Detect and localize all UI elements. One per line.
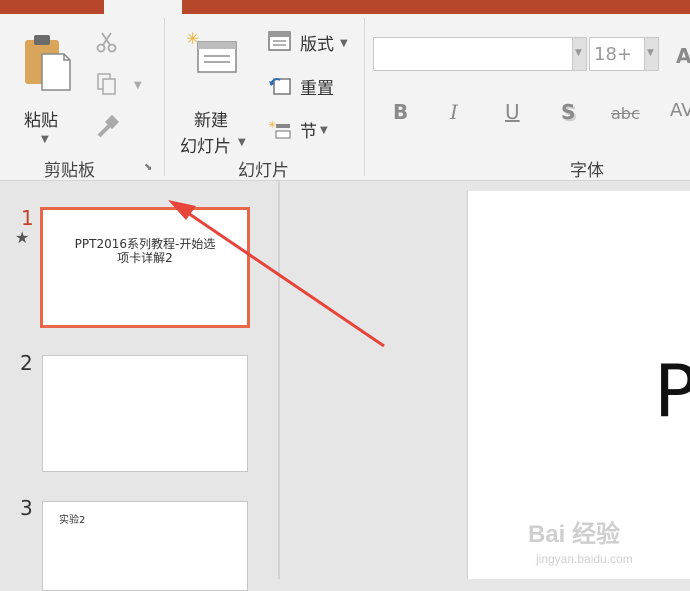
section-icon: ✳ <box>268 120 291 139</box>
watermark-url: jingyan.baidu.com <box>536 552 633 566</box>
thumbnail-title: 实验2 <box>59 515 86 526</box>
font-size-dropdown[interactable]: ▼ <box>645 37 659 71</box>
section-button[interactable]: ✳ 节 ▼ <box>268 115 354 143</box>
layout-label: 版式 <box>300 35 334 55</box>
new-slide-label-2: 幻灯片 <box>180 137 231 157</box>
grow-font-button[interactable]: A <box>676 44 690 68</box>
ribbon: 粘贴 ▼ ▼ 剪贴板 ⬊ ✳ 新建 幻灯片 ▼ 版式 ▼ 重置 ✳ 节 ▼ 幻灯… <box>0 14 690 181</box>
clipboard-icon <box>25 35 71 91</box>
animation-star-icon: ★ <box>15 228 30 247</box>
font-group-label: 字体 <box>570 161 604 181</box>
slide-number-3: 3 <box>20 496 33 520</box>
svg-text:✳: ✳ <box>268 120 276 131</box>
copy-dropdown-icon[interactable]: ▼ <box>134 80 142 91</box>
slide-thumbnail-3[interactable]: 实验2 <box>42 501 248 591</box>
layout-icon <box>268 31 291 51</box>
chevron-down-icon: ▼ <box>41 134 49 145</box>
format-painter-icon[interactable] <box>95 114 121 140</box>
new-slide-label-1: 新建 <box>194 111 228 131</box>
group-divider <box>364 18 365 176</box>
chevron-down-icon: ▼ <box>340 38 348 49</box>
chevron-down-icon: ▼ <box>647 48 654 58</box>
pane-splitter[interactable] <box>278 181 280 579</box>
font-name-dropdown[interactable]: ▼ <box>573 37 587 71</box>
slide-thumbnail-1[interactable]: PPT2016系列教程-开始选项卡详解2 <box>40 207 250 328</box>
paste-label: 粘贴 <box>24 111 58 131</box>
reset-icon <box>269 78 291 95</box>
group-divider <box>164 18 165 176</box>
new-slide-button[interactable]: ✳ 新建 幻灯片 ▼ <box>180 28 248 157</box>
thumbnail-title: PPT2016系列教程-开始选项卡详解2 <box>74 237 216 265</box>
clipboard-dialog-launcher-icon[interactable]: ⬊ <box>144 162 152 173</box>
font-name-input[interactable] <box>373 37 573 71</box>
slide-title-text[interactable]: P <box>654 349 690 433</box>
underline-button[interactable]: U <box>505 100 520 124</box>
strikethrough-button[interactable]: abc <box>611 104 640 123</box>
cut-icon[interactable] <box>95 30 119 54</box>
slide-thumbnail-2[interactable] <box>42 355 248 472</box>
text-shadow-button[interactable]: S <box>561 100 575 124</box>
slide-number-2: 2 <box>20 351 33 375</box>
slide-number-1: 1 <box>21 206 34 230</box>
new-slide-icon: ✳ <box>186 30 237 73</box>
tab-home-active[interactable] <box>104 0 182 14</box>
paste-button[interactable]: 粘贴 ▼ <box>14 28 78 154</box>
char-spacing-button[interactable]: AV <box>670 100 690 121</box>
italic-button[interactable]: I <box>450 100 458 124</box>
copy-icon[interactable] <box>95 72 119 96</box>
reset-button[interactable]: 重置 <box>268 72 354 100</box>
watermark-logo: Bai 经验 <box>528 521 621 548</box>
chevron-down-icon: ▼ <box>238 137 246 148</box>
layout-button[interactable]: 版式 ▼ <box>268 28 354 56</box>
font-size-value: 18+ <box>594 44 632 65</box>
slides-group-label: 幻灯片 <box>238 161 289 181</box>
reset-label: 重置 <box>300 79 334 99</box>
font-size-input[interactable]: 18+ <box>589 37 645 71</box>
section-label: 节 <box>300 122 317 142</box>
clipboard-group-label: 剪贴板 <box>44 161 95 181</box>
chevron-down-icon: ▼ <box>575 48 582 58</box>
chevron-down-icon: ▼ <box>320 125 328 136</box>
bold-button[interactable]: B <box>393 100 408 124</box>
